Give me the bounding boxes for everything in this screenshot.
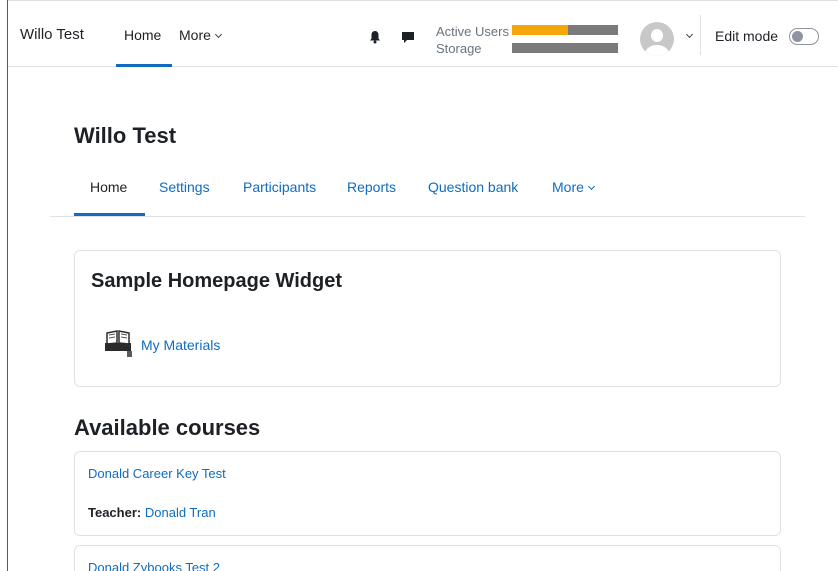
my-materials-link[interactable]: My Materials (141, 337, 220, 353)
edit-mode-label: Edit mode (715, 28, 779, 44)
storage-label: Storage (436, 41, 482, 56)
tab-more[interactable]: More (552, 179, 595, 195)
active-users-label: Active Users (436, 24, 509, 39)
teacher-label: Teacher: (88, 505, 142, 520)
user-avatar[interactable] (640, 22, 674, 56)
nav-home-link[interactable]: Home (124, 27, 161, 43)
secondary-nav-border (50, 216, 805, 217)
course-teacher: Teacher: Donald Tran (88, 505, 216, 520)
teacher-name-link[interactable]: Donald Tran (145, 505, 216, 520)
storage-meter (512, 43, 618, 53)
frame-left-border (7, 0, 8, 571)
tab-reports[interactable]: Reports (347, 179, 396, 195)
course-name-link[interactable]: Donald Zybooks Test 2 (88, 560, 220, 571)
tab-question-bank[interactable]: Question bank (428, 179, 518, 195)
course-name-link[interactable]: Donald Career Key Test (88, 466, 226, 481)
tab-settings[interactable]: Settings (159, 179, 210, 195)
chevron-down-icon (214, 30, 222, 39)
top-navbar: Willo Test Home More Active Users Storag… (8, 1, 838, 67)
nav-more-menu[interactable]: More (179, 27, 222, 43)
avatar-body-shape (645, 45, 669, 56)
available-courses-heading: Available courses (74, 415, 261, 440)
site-brand[interactable]: Willo Test (20, 26, 84, 43)
course-card (74, 451, 781, 536)
tab-home[interactable]: Home (90, 179, 127, 195)
avatar-head-shape (651, 29, 663, 42)
nav-home-active-indicator (116, 64, 172, 67)
widget-title: Sample Homepage Widget (91, 270, 342, 292)
book-icon (105, 330, 132, 357)
active-users-meter-fill (512, 25, 569, 35)
message-icon[interactable] (401, 30, 415, 44)
edit-mode-toggle[interactable] (789, 28, 819, 45)
active-users-meter (512, 25, 618, 35)
usage-meter-labels: Active Users Storage (436, 23, 509, 57)
nav-more-label: More (179, 27, 211, 43)
chevron-down-icon[interactable] (685, 30, 694, 39)
bell-icon[interactable] (368, 30, 382, 44)
navbar-divider (700, 15, 701, 55)
tab-more-label: More (552, 179, 584, 195)
tab-participants[interactable]: Participants (243, 179, 316, 195)
toggle-knob (792, 31, 803, 42)
page-title: Willo Test (74, 123, 177, 148)
chevron-down-icon (587, 182, 595, 191)
